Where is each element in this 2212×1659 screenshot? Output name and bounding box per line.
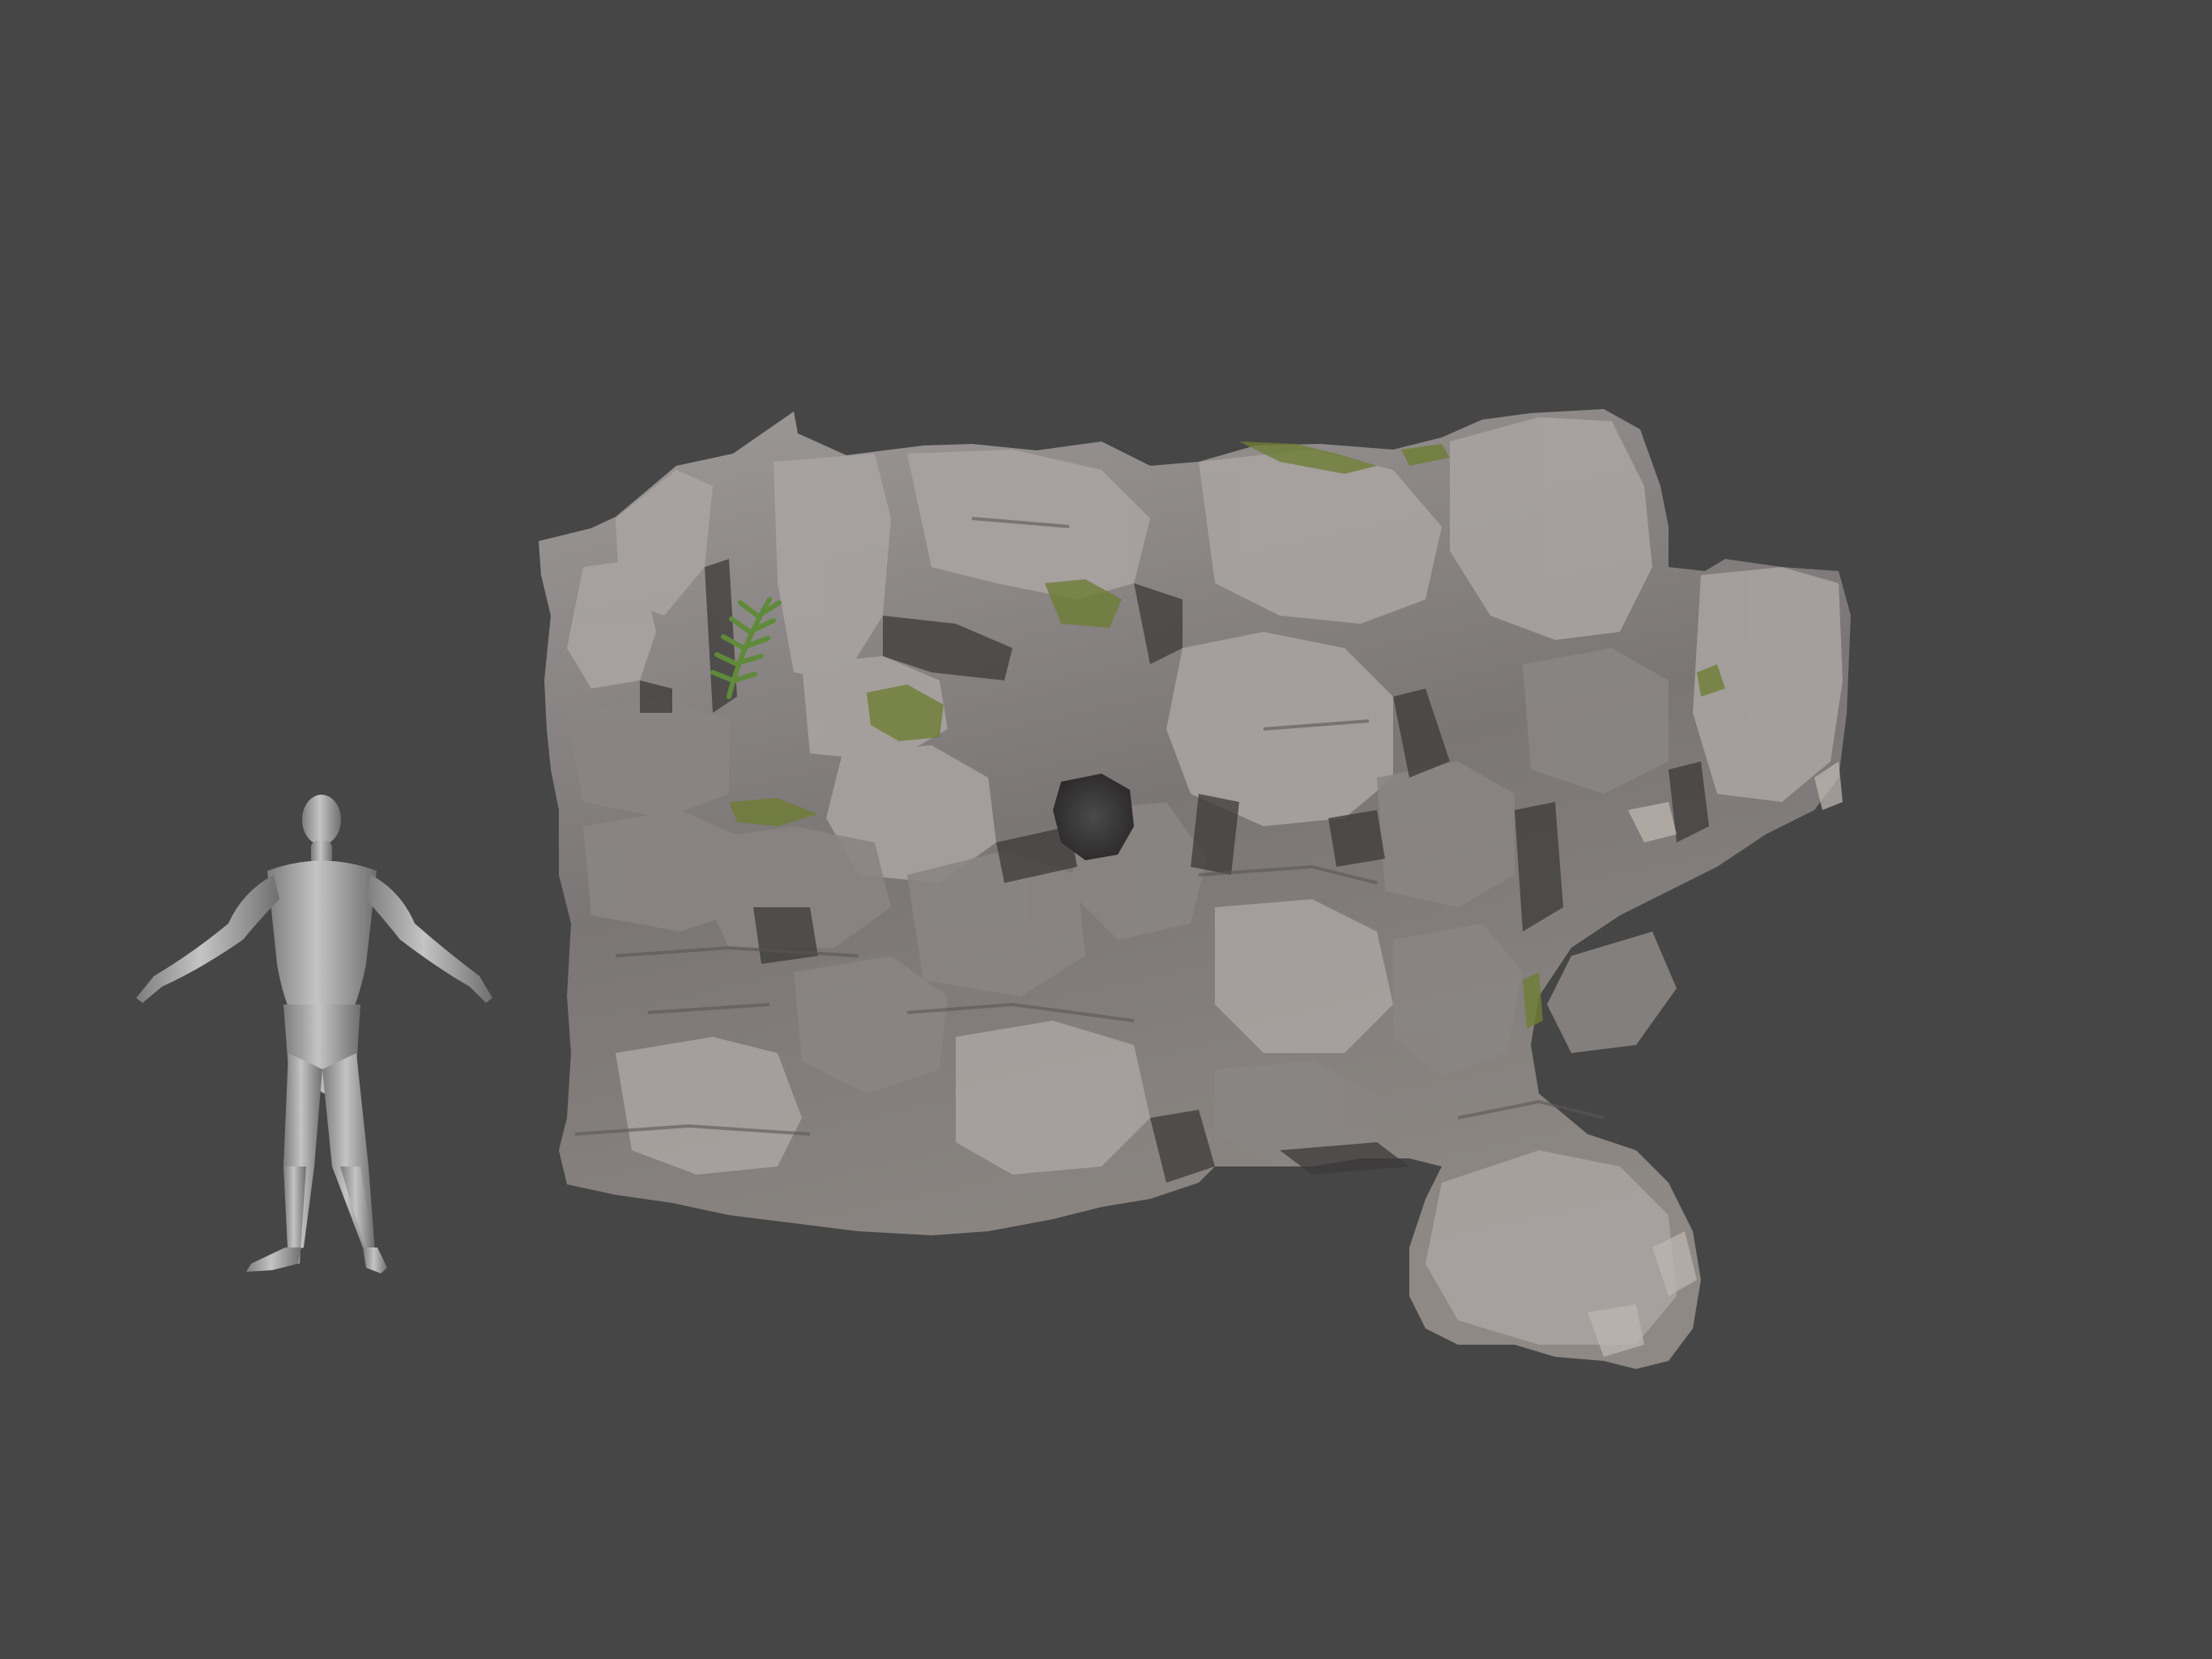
3d-viewport[interactable] bbox=[0, 0, 2212, 1659]
human-scale-figure-icon[interactable] bbox=[136, 795, 492, 1273]
rock-cliff-icon[interactable] bbox=[539, 409, 1851, 1369]
scene-canvas bbox=[136, 409, 1851, 1369]
